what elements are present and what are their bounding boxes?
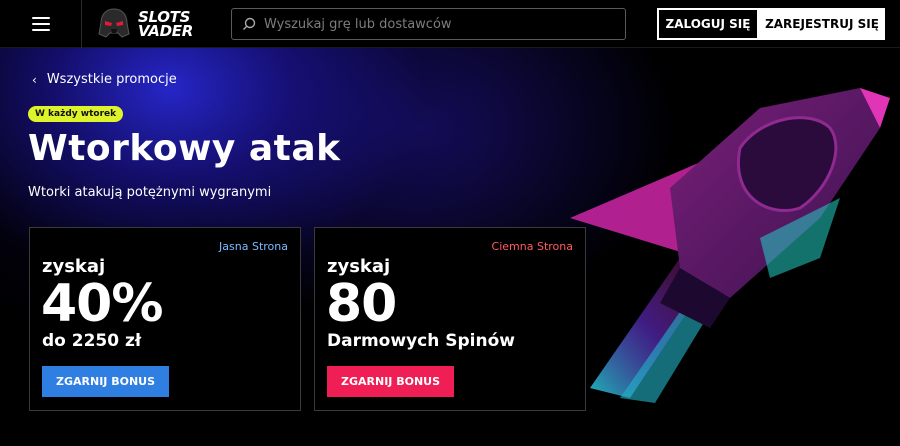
promo-hero: ‹ Wszystkie promocje W każdy wtorek Wtor… — [0, 48, 900, 446]
light-side-bonus-card: Jasna Strona zyskaj 40% do 2250 zł ZGARN… — [29, 227, 301, 411]
login-button[interactable]: ZALOGUJ SIĘ — [657, 8, 759, 40]
promo-title: Wtorkowy atak — [28, 128, 341, 169]
chevron-left-icon: ‹ — [32, 72, 37, 87]
back-link-label: Wszystkie promocje — [46, 72, 177, 87]
search-icon — [243, 17, 256, 30]
schedule-badge: W każdy wtorek — [28, 106, 124, 122]
search-box[interactable] — [231, 8, 626, 40]
promo-subtitle: Wtorki atakują potężnymi wygranymi — [28, 185, 272, 200]
card-side-label: Jasna Strona — [219, 240, 288, 253]
register-button[interactable]: ZAREJESTRUJ SIĘ — [759, 8, 885, 40]
card-side-label: Ciemna Strona — [491, 240, 573, 253]
card-bonus-description: do 2250 zł — [42, 331, 142, 351]
search-input[interactable] — [264, 16, 604, 32]
card-bonus-amount: 80 — [326, 274, 397, 334]
claim-bonus-button[interactable]: ZGARNIJ BONUS — [327, 366, 455, 397]
back-to-promotions-link[interactable]: ‹ Wszystkie promocje — [32, 72, 177, 87]
card-bonus-description: Darmowych Spinów — [327, 331, 515, 351]
menu-button[interactable] — [0, 0, 82, 48]
hamburger-menu-icon — [31, 17, 50, 31]
spaceship-illustration — [570, 88, 890, 403]
top-header: SLOTS VADER ZALOGUJ SIĘ ZAREJESTRUJ SIĘ — [0, 0, 900, 48]
dark-side-bonus-card: Ciemna Strona zyskaj 80 Darmowych Spinów… — [314, 227, 586, 411]
vader-helmet-logo-icon — [98, 8, 130, 38]
site-logo[interactable]: SLOTS VADER — [96, 6, 193, 42]
claim-bonus-button[interactable]: ZGARNIJ BONUS — [42, 366, 170, 397]
logo-text: SLOTS VADER — [138, 10, 193, 40]
logo-line-2: VADER — [138, 22, 193, 40]
card-bonus-amount: 40% — [41, 274, 163, 334]
